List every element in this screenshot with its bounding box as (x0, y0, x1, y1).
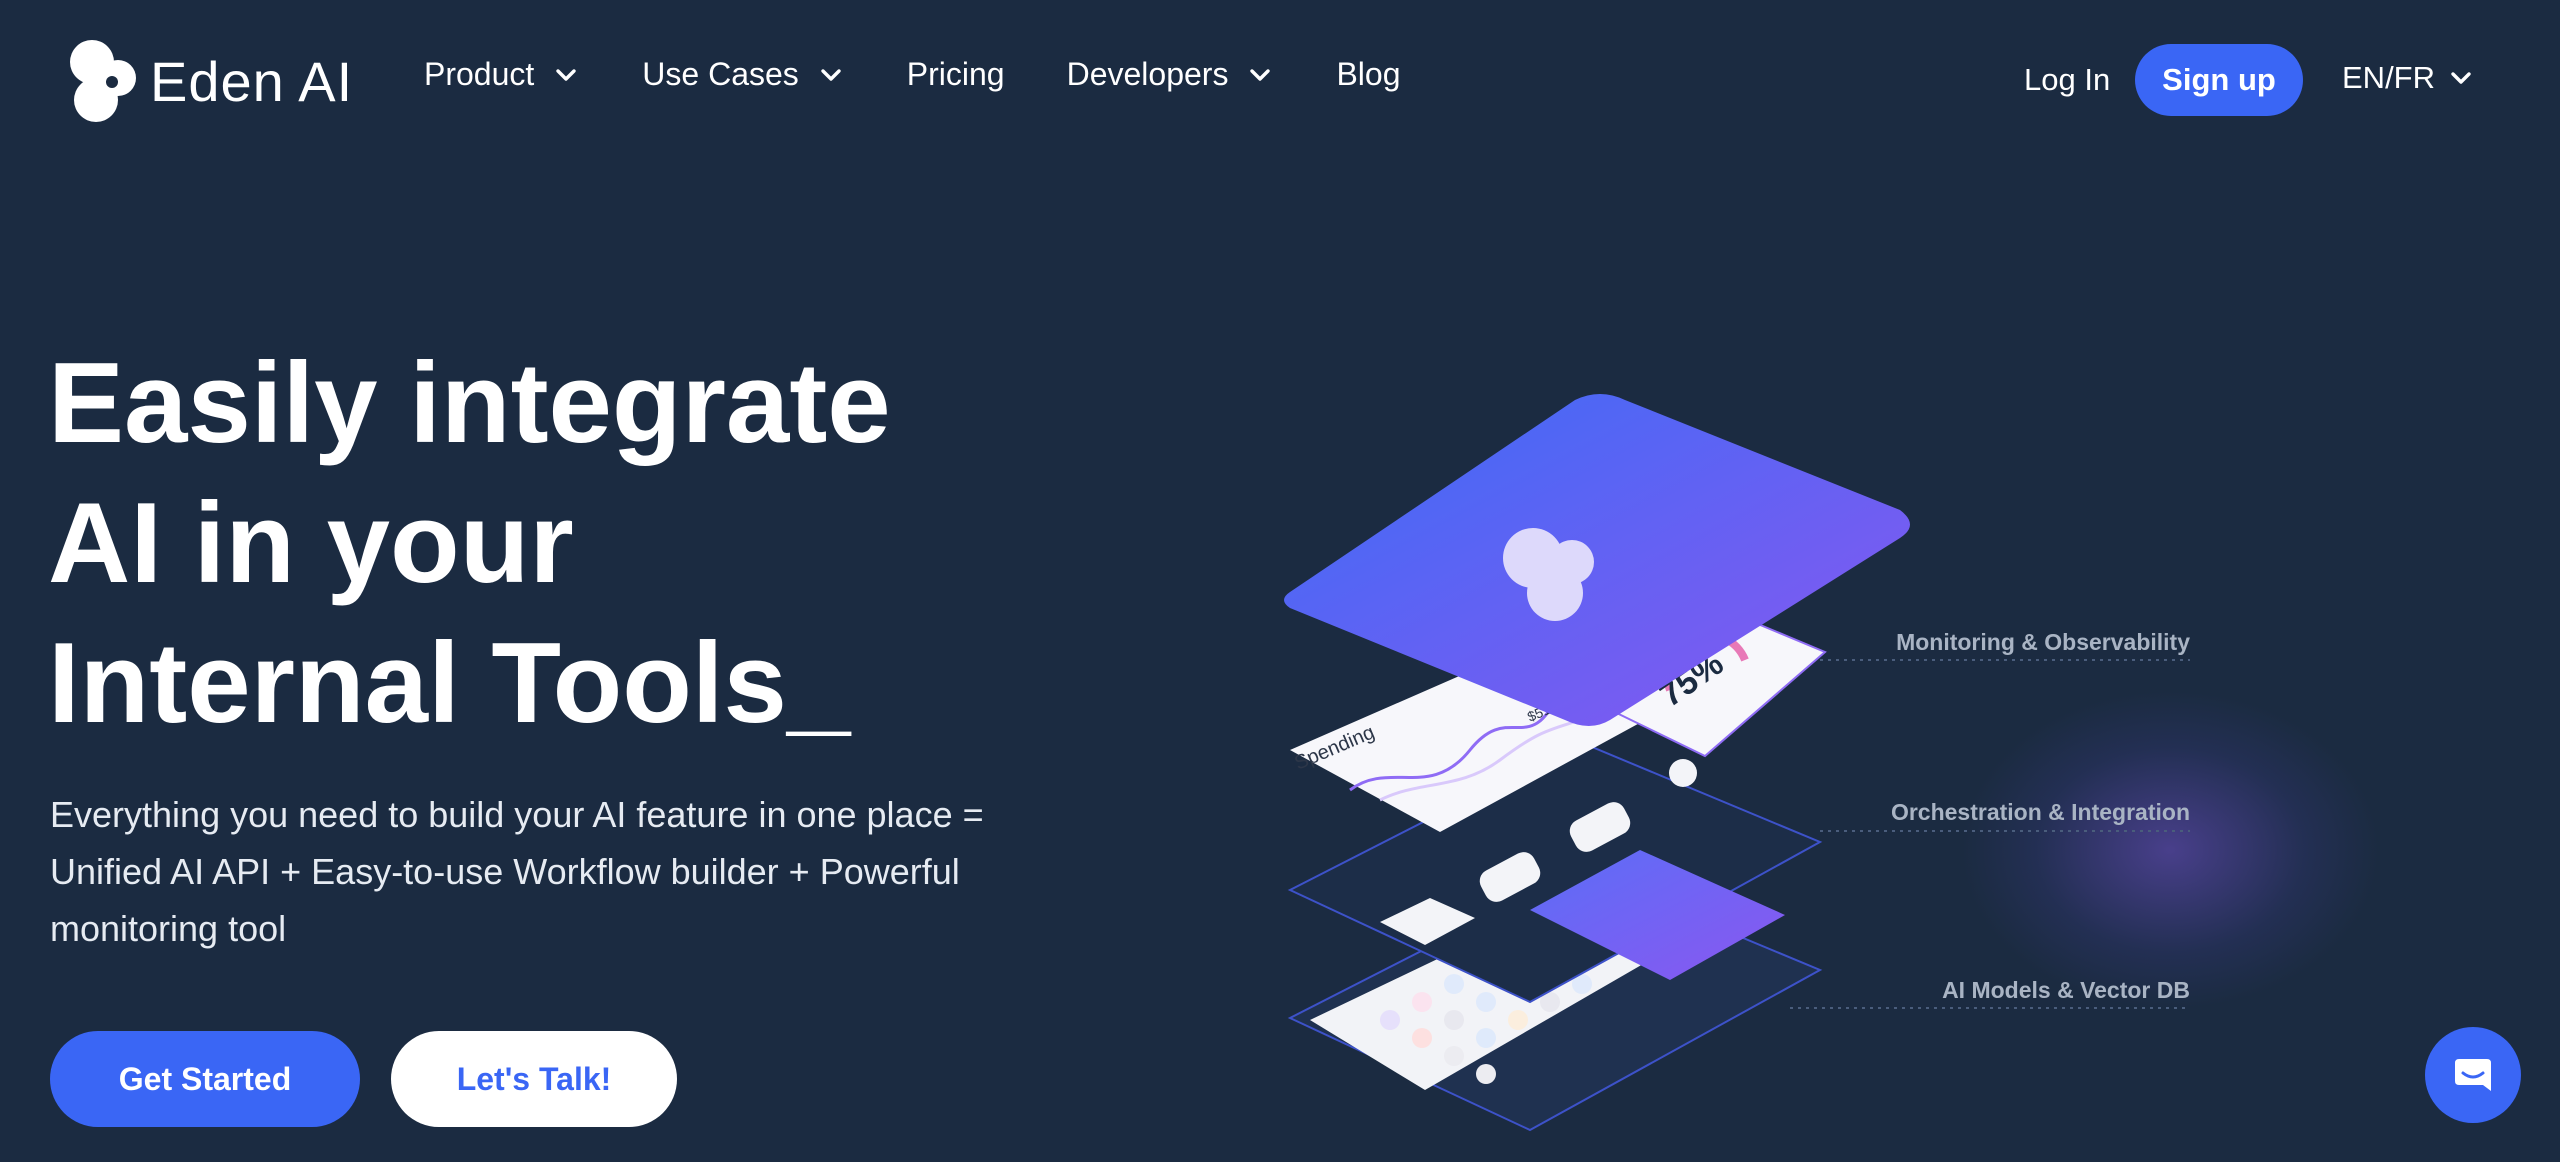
layer-top-card (1284, 394, 1910, 726)
nav-item-label: Blog (1336, 56, 1401, 92)
get-started-button[interactable]: Get Started (50, 1031, 360, 1127)
language-selector[interactable]: EN/FR (2342, 60, 2475, 96)
chevron-down-icon (1250, 68, 1271, 81)
hero-title-line: Easily integrate (48, 340, 891, 467)
brand-logo[interactable]: Eden AI (66, 38, 353, 124)
chevron-down-icon (556, 68, 576, 81)
chat-icon (2455, 1059, 2491, 1091)
brand-name: Eden AI (150, 49, 354, 113)
nav-item-pricing[interactable]: Pricing (907, 56, 1005, 93)
chevron-down-icon (2451, 72, 2471, 84)
nav-item-label: Developers (1066, 56, 1229, 92)
nav-item-label: Pricing (906, 56, 1005, 92)
lets-talk-button[interactable]: Let's Talk! (391, 1031, 677, 1127)
layer-label-orchestration: Orchestration & Integration (1891, 799, 2190, 825)
layer-label-models: AI Models & Vector DB (1942, 977, 2190, 1003)
top-navigation: Eden AI Product Use Cases Pricing Develo… (0, 0, 2560, 160)
hero-subtitle: Everything you need to build your AI fea… (50, 794, 984, 949)
login-link[interactable]: Log In (2024, 62, 2110, 98)
hero-title-line: Internal Tools_ (48, 620, 851, 747)
signup-button[interactable]: Sign up (2135, 44, 2303, 116)
product-layers-illustration: Spending $510 75% Monitoring & Observabi… (1284, 394, 2190, 1132)
layer-label-monitoring: Monitoring & Observability (1896, 629, 2190, 655)
language-label: EN/FR (2342, 60, 2435, 95)
nav-item-label: Use Cases (642, 56, 799, 92)
hero-title-line: AI in your (48, 480, 574, 607)
nav-item-product[interactable]: Product (424, 56, 580, 93)
nav-item-label: Product (424, 56, 535, 92)
eden-logo-icon (70, 40, 136, 122)
chat-button[interactable] (2425, 1027, 2521, 1123)
hero-title: Easily integrate AI in your Internal Too… (48, 334, 1048, 754)
nav-item-blog[interactable]: Blog (1336, 56, 1400, 93)
nav-links: Product Use Cases Pricing Developers Blo… (424, 56, 1463, 93)
nav-item-developers[interactable]: Developers (1067, 56, 1275, 93)
chevron-down-icon (821, 68, 841, 81)
nav-item-use-cases[interactable]: Use Cases (642, 56, 845, 93)
